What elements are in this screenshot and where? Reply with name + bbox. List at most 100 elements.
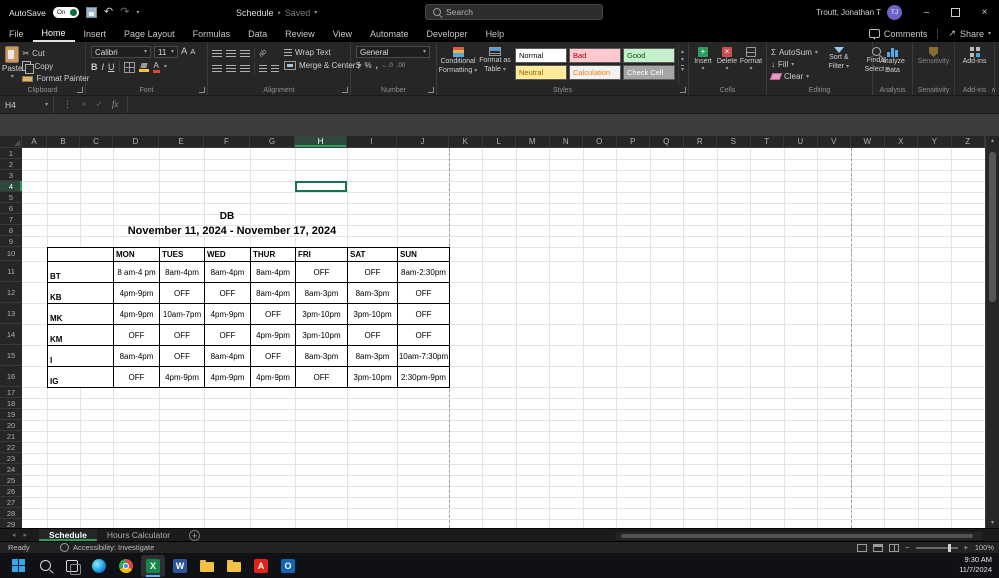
merge-center-button[interactable]: Merge & Center: [284, 61, 361, 70]
bottom-align-icon[interactable]: [240, 49, 250, 58]
row-header-28[interactable]: 28: [0, 508, 22, 519]
row-header-14[interactable]: 14: [0, 324, 22, 345]
horizontal-scrollbar-thumb[interactable]: [621, 534, 973, 538]
increase-font-size-icon[interactable]: [181, 47, 187, 57]
row-header-29[interactable]: 29: [0, 519, 22, 529]
customize-toolbar-chevron-icon[interactable]: [136, 10, 139, 16]
menu-tab-insert[interactable]: Insert: [75, 25, 116, 42]
align-left-icon[interactable]: [212, 64, 222, 73]
column-header-f[interactable]: F: [204, 136, 250, 147]
wrap-text-button[interactable]: Wrap Text: [284, 48, 361, 57]
style-chip-good[interactable]: Good: [622, 48, 675, 63]
column-header-x[interactable]: X: [885, 136, 918, 147]
middle-align-icon[interactable]: [226, 49, 236, 58]
row-header-10[interactable]: 10: [0, 247, 22, 261]
style-chip-bad[interactable]: Bad: [568, 48, 621, 63]
column-header-e[interactable]: E: [159, 136, 204, 147]
row-header-27[interactable]: 27: [0, 497, 22, 508]
align-center-icon[interactable]: [226, 64, 236, 73]
conditional-formatting-button[interactable]: Conditional Formatting: [439, 45, 477, 84]
increase-decimal-icon[interactable]: [382, 63, 393, 69]
column-header-n[interactable]: N: [550, 136, 583, 147]
column-header-y[interactable]: Y: [918, 136, 952, 147]
insert-cells-button[interactable]: Insert: [691, 45, 715, 84]
sheet-tab-hours-calculator[interactable]: Hours Calculator: [97, 529, 180, 541]
sheet-nav-right-icon[interactable]: [24, 532, 28, 539]
add-ins-button[interactable]: Add-ins: [957, 45, 992, 84]
page-break-view-icon[interactable]: [889, 543, 900, 552]
column-header-p[interactable]: P: [617, 136, 650, 147]
menu-tab-help[interactable]: Help: [477, 25, 514, 42]
autosave-toggle[interactable]: On: [52, 7, 79, 18]
comments-button[interactable]: Comments: [868, 29, 927, 40]
number-dialog-launcher[interactable]: [428, 87, 434, 93]
gallery-down-icon[interactable]: [681, 57, 684, 63]
taskbar-word-icon[interactable]: W: [168, 555, 192, 577]
number-format-select[interactable]: General: [356, 46, 430, 58]
style-chip-check-cell[interactable]: Check Cell: [622, 65, 675, 80]
analyze-data-button[interactable]: Analyze Data: [875, 45, 910, 84]
format-cells-button[interactable]: Format: [739, 45, 763, 84]
menu-tab-formulas[interactable]: Formulas: [184, 25, 240, 42]
column-header-s[interactable]: S: [717, 136, 751, 147]
zoom-slider-thumb[interactable]: [947, 543, 951, 552]
row-header-15[interactable]: 15: [0, 345, 22, 366]
delete-cells-button[interactable]: Delete: [715, 45, 739, 84]
enter-icon[interactable]: [95, 100, 103, 109]
menu-tab-file[interactable]: File: [0, 25, 33, 42]
scroll-down-icon[interactable]: [986, 520, 999, 526]
sheet-nav-left-icon[interactable]: [12, 532, 16, 539]
save-icon[interactable]: [85, 7, 97, 18]
row-header-18[interactable]: 18: [0, 398, 22, 409]
minimize-button[interactable]: [912, 0, 941, 25]
row-header-20[interactable]: 20: [0, 420, 22, 431]
row-header-5[interactable]: 5: [0, 192, 22, 203]
user-name[interactable]: Troutt, Jonathan T: [816, 8, 881, 17]
taskbar-chrome-icon[interactable]: [114, 555, 138, 577]
taskbar-excel-icon[interactable]: X: [141, 554, 165, 577]
column-header-v[interactable]: V: [818, 136, 851, 147]
horizontal-scrollbar[interactable]: [615, 532, 983, 540]
taskbar-start-icon[interactable]: [6, 555, 30, 577]
zoom-in-icon[interactable]: [964, 544, 968, 552]
taskbar-edge-icon[interactable]: [87, 555, 111, 577]
row-header-2[interactable]: 2: [0, 159, 22, 170]
clipboard-dialog-launcher[interactable]: [77, 87, 83, 93]
increase-indent-icon[interactable]: [271, 65, 279, 72]
formula-bar-dots-icon[interactable]: [63, 100, 72, 109]
vertical-scrollbar[interactable]: [985, 136, 999, 528]
accounting-format-icon[interactable]: [356, 62, 360, 70]
avatar[interactable]: TJ: [887, 5, 902, 20]
autosum-button[interactable]: AutoSum: [771, 48, 818, 57]
decrease-indent-icon[interactable]: [259, 65, 267, 72]
taskbar-folder-icon[interactable]: [222, 555, 246, 577]
orientation-icon[interactable]: [258, 48, 268, 58]
column-header-m[interactable]: M: [516, 136, 550, 147]
row-header-25[interactable]: 25: [0, 475, 22, 486]
column-header-j[interactable]: J: [397, 136, 449, 147]
font-family-select[interactable]: Calibri: [91, 46, 151, 58]
percent-style-icon[interactable]: [364, 62, 371, 70]
row-header-16[interactable]: 16: [0, 366, 22, 387]
font-color-chevron-icon[interactable]: [164, 64, 167, 70]
fill-color-icon[interactable]: [138, 63, 149, 72]
clear-button[interactable]: Clear: [769, 72, 818, 81]
borders-icon[interactable]: [123, 61, 135, 73]
column-header-i[interactable]: I: [347, 136, 397, 147]
column-header-a[interactable]: A: [22, 136, 47, 147]
row-header-3[interactable]: 3: [0, 170, 22, 181]
system-clock[interactable]: 9:30 AM 11/7/2024: [959, 555, 992, 575]
menu-tab-automate[interactable]: Automate: [361, 25, 418, 42]
column-header-l[interactable]: L: [483, 136, 516, 147]
bold-button[interactable]: [91, 63, 98, 72]
column-header-t[interactable]: T: [751, 136, 784, 147]
italic-button[interactable]: [102, 63, 105, 72]
column-header-u[interactable]: U: [784, 136, 818, 147]
redo-icon[interactable]: [120, 7, 129, 18]
column-header-w[interactable]: W: [851, 136, 885, 147]
column-header-c[interactable]: C: [80, 136, 113, 147]
row-header-21[interactable]: 21: [0, 431, 22, 442]
column-header-k[interactable]: K: [449, 136, 483, 147]
taskbar-search-icon[interactable]: [33, 555, 57, 577]
align-right-icon[interactable]: [240, 64, 250, 73]
